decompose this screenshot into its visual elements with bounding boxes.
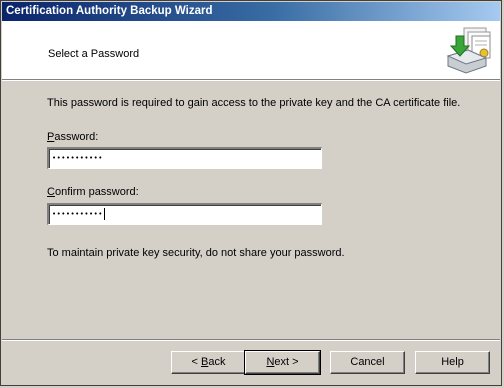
window-title: Certification Authority Backup Wizard xyxy=(6,5,213,17)
confirm-password-label: Confirm password: xyxy=(47,186,139,198)
password-value: ••••••••••• xyxy=(52,154,103,162)
back-button-label: ack xyxy=(208,356,226,368)
page-subtitle: Select a Password xyxy=(48,48,140,60)
password-field[interactable]: ••••••••••• xyxy=(47,147,322,169)
help-button[interactable]: Help xyxy=(415,351,490,374)
next-button[interactable]: Next > xyxy=(244,350,321,375)
header-divider xyxy=(2,80,500,81)
wizard-window: Certification Authority Backup Wizard Se… xyxy=(0,0,502,386)
help-button-label: Help xyxy=(441,356,464,368)
footer-separator xyxy=(2,339,500,341)
confirm-label-accesskey: C xyxy=(47,186,55,198)
confirm-label-text: onfirm password: xyxy=(54,186,139,198)
password-label: Password: xyxy=(47,131,98,143)
wizard-header: Select a Password xyxy=(2,21,500,80)
back-button[interactable]: < Back xyxy=(171,351,246,374)
security-note: To maintain private key security, do not… xyxy=(47,247,345,259)
password-label-text: assword: xyxy=(54,131,99,143)
title-bar: Certification Authority Backup Wizard xyxy=(2,2,500,21)
backup-wizard-icon xyxy=(446,27,491,74)
confirm-password-value: ••••••••••• xyxy=(52,210,103,218)
description-text: This password is required to gain access… xyxy=(47,97,461,109)
next-button-label: ext > xyxy=(274,356,299,368)
cancel-button-label: Cancel xyxy=(350,356,385,368)
confirm-password-field[interactable]: ••••••••••• xyxy=(47,203,322,225)
back-button-arrow: < xyxy=(191,356,201,368)
cancel-button[interactable]: Cancel xyxy=(330,351,405,374)
text-caret xyxy=(103,208,105,220)
